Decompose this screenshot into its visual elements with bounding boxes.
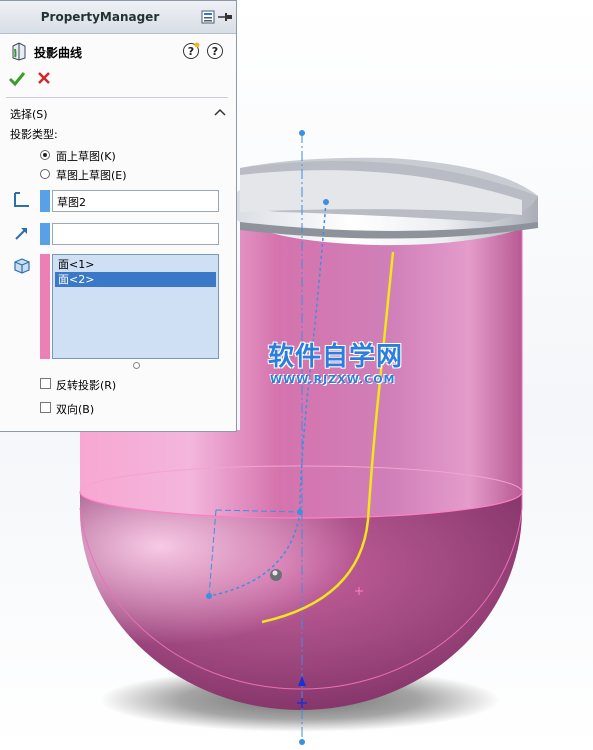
sketch-point-top[interactable]	[323, 199, 329, 205]
section-title: 选择(S)	[10, 108, 48, 121]
radio-button-selected[interactable]	[40, 150, 50, 160]
watermark-url: WWW.RJZXW.COM	[270, 373, 396, 386]
faces-color-bar	[40, 254, 50, 359]
pm-titlebar: PropertyManager	[0, 1, 236, 34]
projected-curve-icon	[12, 42, 26, 61]
faces-selection-list[interactable]: 面<1> 面<2>	[52, 254, 219, 359]
sketch-selection-icon	[14, 192, 29, 207]
radio-label: 面上草图(K)	[56, 150, 116, 163]
whats-new-help-icon[interactable]: ?	[182, 42, 200, 60]
sketch-selection-box[interactable]: 草图2	[52, 190, 219, 212]
axis-endpoint-bottom[interactable]	[299, 739, 305, 745]
chevron-up-icon[interactable]	[214, 107, 226, 117]
checkbox[interactable]	[40, 378, 51, 389]
list-resize-handle[interactable]	[133, 362, 140, 369]
help-icon[interactable]: ?	[206, 42, 224, 60]
feature-header: 投影曲线 ? ?	[0, 39, 236, 63]
divider	[6, 97, 228, 98]
radio-sketch-on-faces[interactable]: 面上草图(K)	[40, 148, 220, 164]
checkbox-reverse-projection[interactable]: 反转投影(R)	[40, 377, 220, 393]
selection-color-bar	[40, 190, 50, 212]
cup-bowl-highlight	[80, 492, 522, 710]
selections-section-header[interactable]: 选择(S)	[10, 105, 230, 123]
radio-button[interactable]	[40, 169, 50, 179]
feature-name: 投影曲线	[34, 46, 83, 60]
selection-color-bar	[40, 223, 50, 245]
property-manager-panel: PropertyManager 投影曲线 ? ? 选择(S) 投影类型: 面上草…	[0, 0, 237, 432]
sketch-center-highlight	[272, 570, 278, 576]
expand-panel-icon[interactable]	[201, 10, 215, 24]
list-item[interactable]: 面<1>	[55, 257, 216, 272]
direction-arrow-icon	[15, 228, 27, 240]
direction-selection-box[interactable]	[52, 223, 219, 245]
radio-sketch-on-sketch[interactable]: 草图上草图(E)	[40, 167, 220, 183]
projection-type-label: 投影类型:	[10, 128, 58, 141]
svg-text:?: ?	[212, 45, 218, 58]
cancel-x-icon[interactable]	[36, 70, 52, 86]
face-selection-icon	[14, 258, 30, 274]
sketch-point-corner[interactable]	[297, 509, 303, 515]
pin-icon[interactable]	[217, 10, 233, 24]
checkbox-label: 双向(B)	[56, 403, 95, 416]
watermark: 软件自学网 WWW.RJZXW.COM	[268, 336, 403, 386]
checkbox-bidirectional[interactable]: 双向(B)	[40, 401, 220, 417]
watermark-text: 软件自学网	[268, 342, 404, 372]
radio-label: 草图上草图(E)	[56, 169, 127, 182]
svg-text:?: ?	[188, 45, 194, 58]
checkbox-label: 反转投影(R)	[56, 379, 117, 392]
list-item-selected[interactable]: 面<2>	[55, 272, 216, 287]
sketch-point-end[interactable]	[206, 593, 212, 599]
ok-checkmark-icon[interactable]	[8, 70, 26, 88]
pm-title: PropertyManager	[40, 10, 160, 24]
axis-endpoint-top[interactable]	[299, 130, 305, 136]
checkbox[interactable]	[40, 402, 51, 413]
